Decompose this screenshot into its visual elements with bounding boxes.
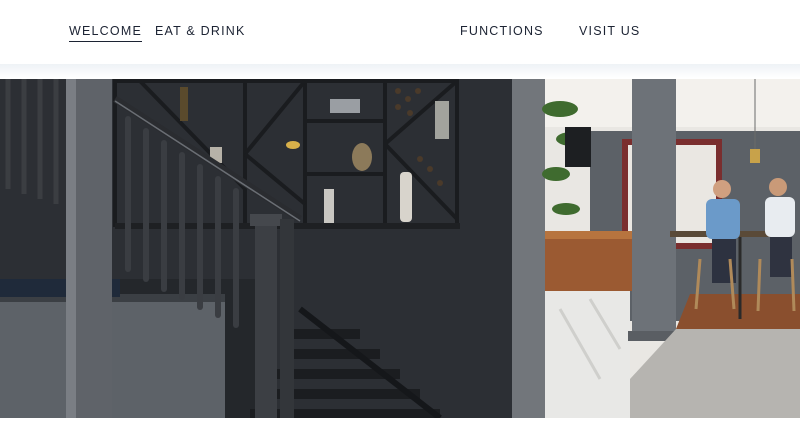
page-bottom-spacer (0, 418, 800, 429)
nav-link-functions[interactable]: FUNCTIONS (460, 24, 544, 38)
hero-illustration (0, 79, 800, 418)
nav-link-welcome[interactable]: WELCOME (69, 24, 142, 42)
top-navigation: WELCOME EAT & DRINK FUNCTIONS VISIT US (0, 0, 800, 64)
hero-photo (0, 79, 800, 418)
nav-divider (0, 64, 800, 78)
nav-link-eat-drink[interactable]: EAT & DRINK (155, 24, 246, 38)
nav-link-visit-us[interactable]: VISIT US (579, 24, 640, 38)
